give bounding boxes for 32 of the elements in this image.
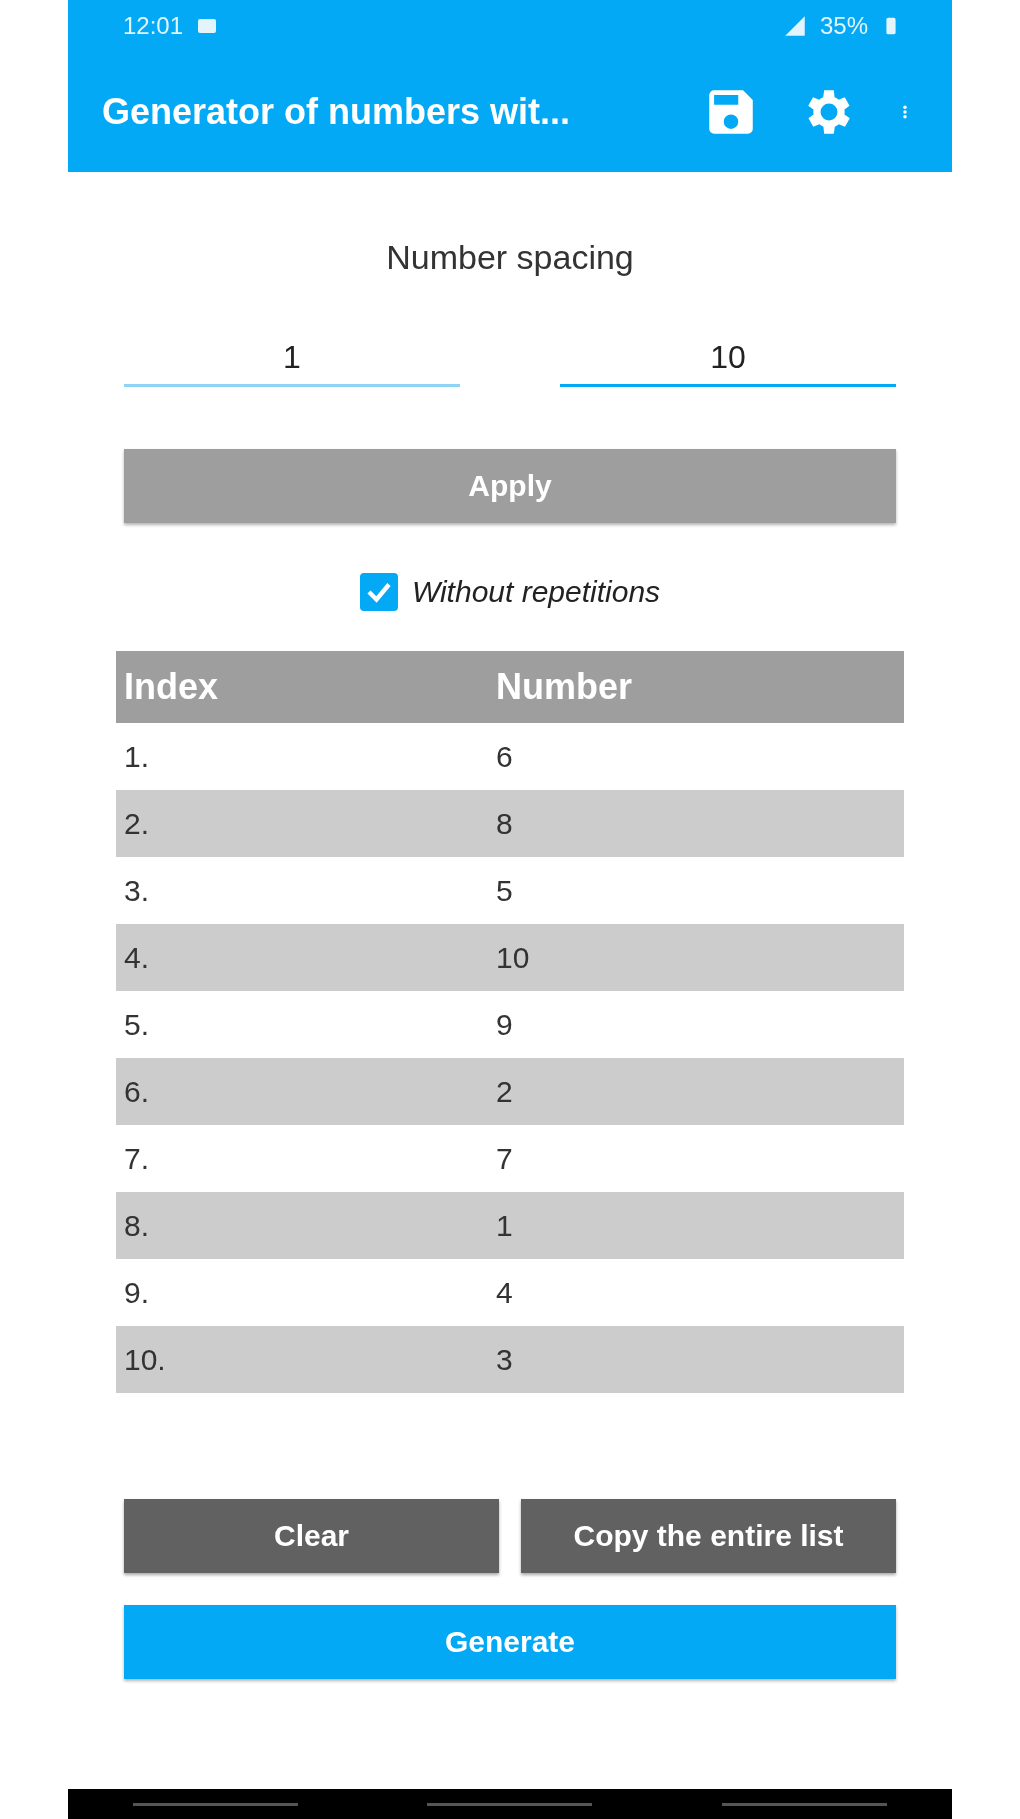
column-header: Index — [124, 666, 220, 708]
table-cell-text: 9. — [124, 1275, 151, 1310]
copy-list-button[interactable]: Copy the entire list — [521, 1499, 896, 1573]
table-cell-text: 6 — [496, 739, 514, 774]
battery-level: 35% — [819, 12, 868, 40]
table-cell-text: 7. — [124, 1141, 151, 1176]
checkbox-label: Without repetitions — [411, 575, 661, 609]
clock: 12:01 — [123, 12, 184, 40]
column-header: Number — [496, 666, 634, 708]
table-cell-text: 8. — [124, 1208, 151, 1243]
clear-button[interactable]: Clear — [124, 1499, 499, 1573]
table-cell-text: 9 — [496, 1007, 514, 1042]
input-field[interactable]: 10 — [560, 331, 896, 387]
table-cell-text: 6. — [124, 1074, 151, 1109]
table-cell-text: 2. — [124, 806, 151, 841]
table-cell-text: 3 — [496, 1342, 514, 1377]
table-cell-text: 4. — [124, 940, 151, 975]
table-cell-text: 1. — [124, 739, 151, 774]
section-heading: Number spacing — [385, 238, 635, 277]
table-cell-text: 10. — [124, 1342, 167, 1377]
table-cell-text: 5 — [496, 873, 514, 908]
table-cell-text: 3. — [124, 873, 151, 908]
app-title: Generator of numbers wit... — [102, 91, 572, 133]
table-cell-text: 4 — [496, 1275, 514, 1310]
table-cell-text: 10 — [496, 940, 531, 975]
table-cell-text: 1 — [496, 1208, 514, 1243]
input-field[interactable]: 1 — [124, 331, 460, 387]
table-cell-text: 2 — [496, 1074, 514, 1109]
table-cell-text: 8 — [496, 806, 514, 841]
table-cell-text: 5. — [124, 1007, 151, 1042]
table-cell-text: 7 — [496, 1141, 514, 1176]
checkbox[interactable] — [359, 573, 398, 611]
